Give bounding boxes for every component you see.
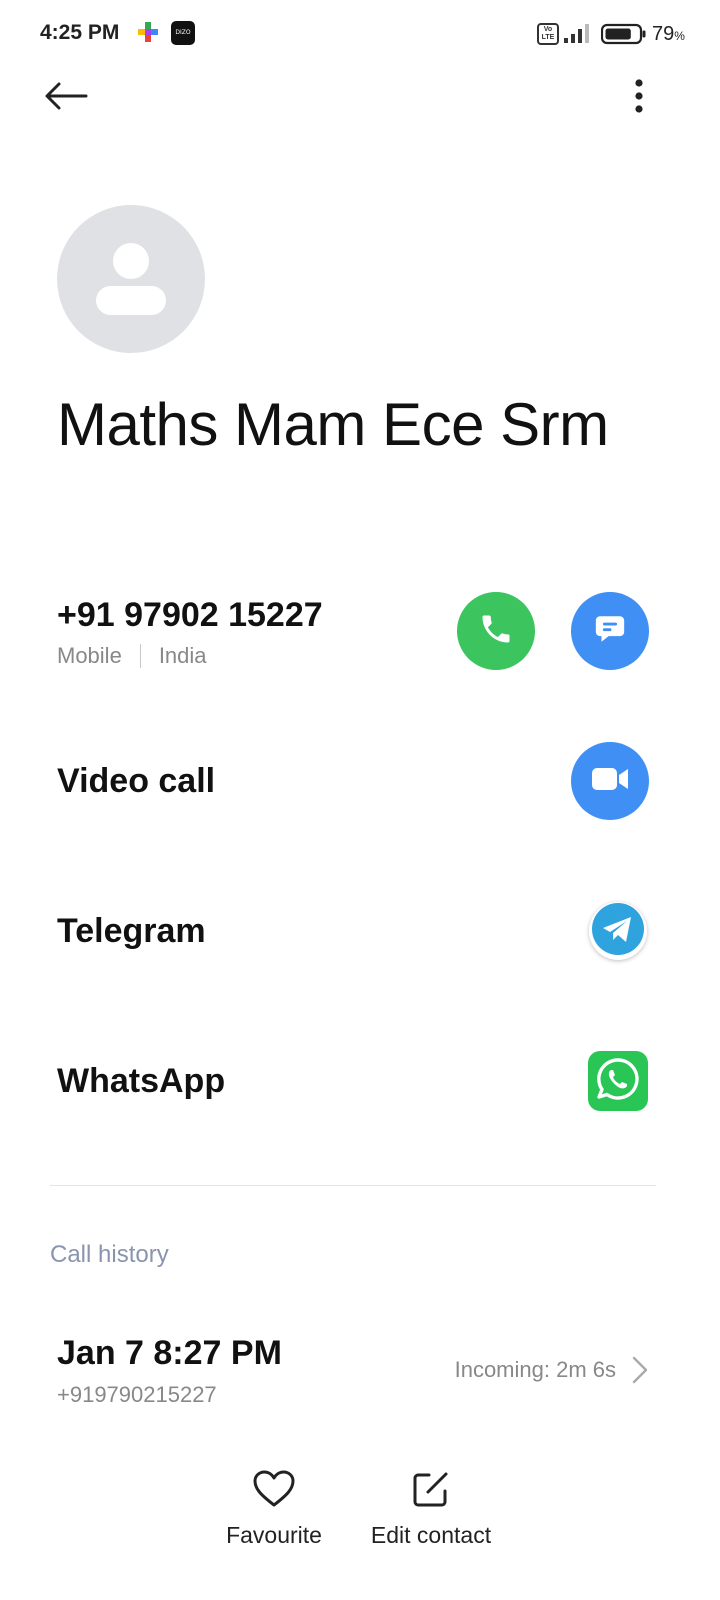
edit-contact-label: Edit contact	[370, 1522, 492, 1548]
favourite-label: Favourite	[226, 1522, 322, 1548]
meta-divider	[139, 644, 141, 668]
whatsapp-icon	[594, 1055, 642, 1108]
whatsapp-label[interactable]: WhatsApp	[57, 1062, 225, 1101]
more-vert-icon	[634, 78, 644, 118]
phone-type: Mobile	[57, 643, 122, 668]
battery-percent: 79%	[652, 23, 685, 45]
volte-icon: Vo LTE	[537, 23, 559, 45]
status-bar: 4:25 PM DIZO Vo LTE 79%	[0, 0, 720, 66]
signal-icon	[563, 22, 593, 44]
phone-number[interactable]: +91 97902 15227	[57, 596, 323, 635]
call-history-title: Call history	[50, 1241, 169, 1268]
message-icon	[593, 612, 627, 651]
call-number: +919790215227	[57, 1382, 217, 1407]
edit-icon	[408, 1466, 454, 1512]
dizo-app-icon: DIZO	[171, 21, 195, 45]
video-call-label[interactable]: Video call	[57, 762, 215, 801]
edit-contact-button[interactable]: Edit contact	[362, 1466, 500, 1549]
battery-icon	[600, 23, 647, 45]
heart-icon	[251, 1466, 297, 1512]
call-status: Incoming: 2m 6s	[454, 1357, 616, 1382]
favourite-button[interactable]: Favourite	[220, 1466, 328, 1549]
contact-avatar[interactable]	[57, 205, 205, 353]
more-options-button[interactable]	[618, 74, 660, 122]
phone-meta: Mobile India	[57, 643, 207, 669]
phone-region: India	[158, 643, 207, 668]
chevron-right-icon[interactable]	[628, 1355, 652, 1385]
message-button[interactable]	[571, 592, 649, 670]
back-arrow-icon	[44, 81, 88, 116]
whatsapp-button[interactable]	[588, 1051, 648, 1111]
contact-name: Maths Mam Ece Srm	[57, 391, 609, 458]
telegram-icon	[591, 902, 645, 961]
video-call-button[interactable]	[571, 742, 649, 820]
telegram-label[interactable]: Telegram	[57, 912, 206, 951]
telegram-button[interactable]	[589, 902, 647, 960]
app-notification-icon	[138, 22, 158, 44]
call-date: Jan 7 8:27 PM	[57, 1334, 282, 1372]
call-button[interactable]	[457, 592, 535, 670]
video-camera-icon	[591, 765, 629, 798]
back-button[interactable]	[40, 74, 92, 122]
section-divider	[50, 1185, 656, 1186]
phone-icon	[478, 611, 514, 652]
status-time: 4:25 PM	[40, 21, 120, 44]
person-icon	[57, 243, 205, 353]
